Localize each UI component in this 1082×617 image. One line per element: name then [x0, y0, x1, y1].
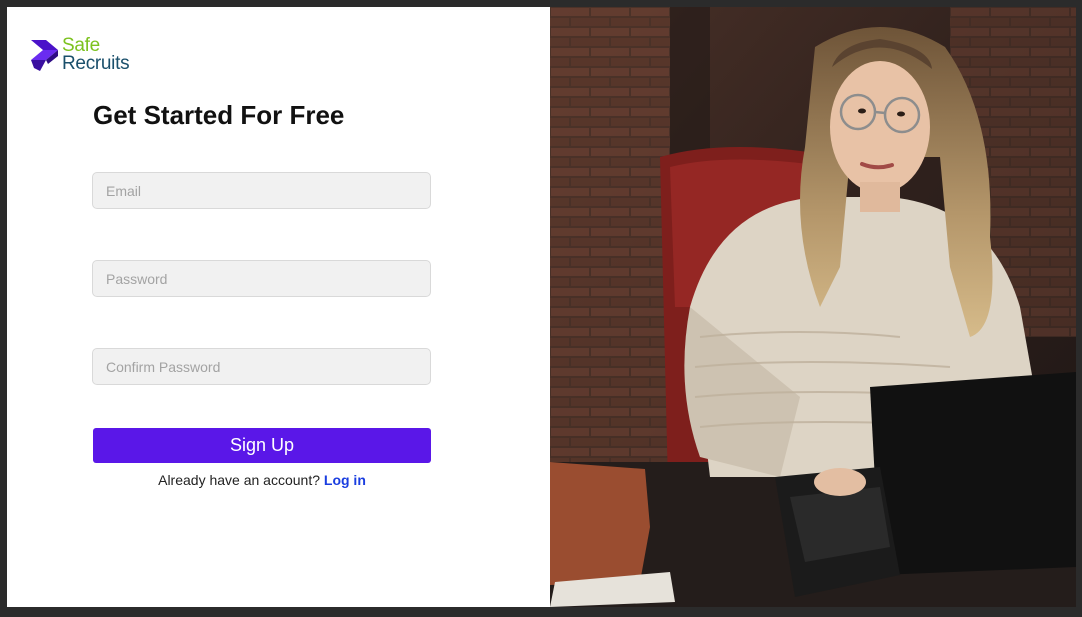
confirm-password-field[interactable]: [92, 348, 431, 385]
sign-up-button[interactable]: Sign Up: [93, 428, 431, 463]
password-field[interactable]: [92, 260, 431, 297]
login-prompt-text: Already have an account?: [158, 472, 320, 488]
brand-logo[interactable]: Safe Recruits: [31, 36, 130, 74]
hero-image: [550, 7, 1076, 607]
brand-name: Safe Recruits: [62, 36, 130, 74]
woman-with-laptop-photo: [550, 7, 1076, 607]
safe-recruits-logo-icon: [31, 40, 58, 71]
page-title: Get Started For Free: [93, 100, 345, 130]
log-in-link[interactable]: Log in: [324, 472, 366, 488]
brand-name-recruits: Recruits: [62, 53, 130, 74]
signup-page: Safe Recruits Get Started For Free Sign …: [7, 7, 1076, 607]
signup-panel: Safe Recruits Get Started For Free Sign …: [7, 7, 550, 607]
login-prompt-row: Already have an account? Log in: [93, 472, 431, 488]
email-field[interactable]: [92, 172, 431, 209]
